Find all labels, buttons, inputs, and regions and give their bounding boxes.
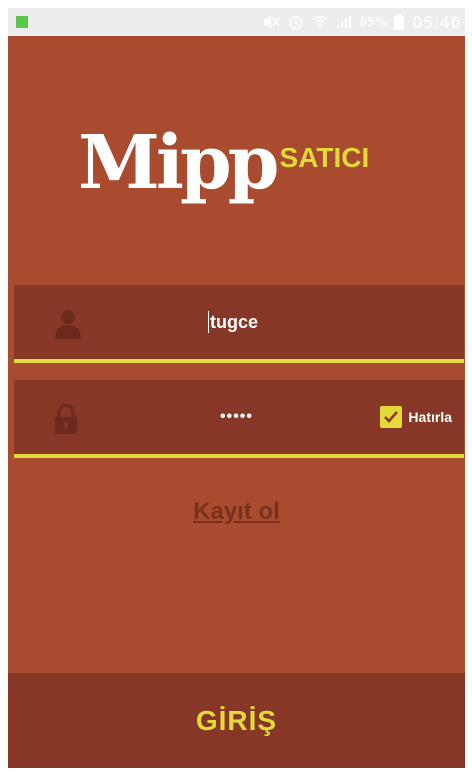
username-input[interactable]: tugce bbox=[208, 285, 258, 359]
password-field[interactable]: ••••• Hatırla bbox=[14, 380, 464, 458]
remember-me-label: Hatırla bbox=[408, 409, 452, 425]
remember-me-toggle[interactable]: Hatırla bbox=[380, 380, 452, 454]
login-button-label: GİRİŞ bbox=[195, 704, 278, 736]
status-bar: 85% 05:46 bbox=[8, 8, 465, 36]
lock-icon bbox=[54, 403, 82, 434]
app-logo: Mipp SATICI bbox=[78, 100, 408, 200]
signal-icon bbox=[336, 15, 352, 29]
password-input[interactable]: ••••• bbox=[220, 380, 253, 454]
status-icons: 85% 05:46 bbox=[262, 8, 461, 36]
app-screen: 85% 05:46 Mipp SATICI tugce ••••• Hatırl… bbox=[8, 8, 465, 768]
username-field[interactable]: tugce bbox=[14, 285, 464, 363]
wifi-icon bbox=[312, 15, 328, 29]
user-icon bbox=[54, 309, 82, 339]
battery-percent: 85% bbox=[359, 15, 387, 29]
logo-sub: SATICI bbox=[279, 142, 370, 173]
alarm-icon bbox=[288, 14, 304, 30]
login-button[interactable]: GİRİŞ bbox=[8, 673, 465, 768]
username-underline bbox=[14, 359, 464, 363]
username-value: tugce bbox=[210, 311, 259, 332]
logo-brand: Mipp bbox=[78, 120, 280, 206]
battery-icon bbox=[394, 14, 405, 30]
notification-icon bbox=[16, 16, 28, 28]
register-link[interactable]: Kayıt ol bbox=[193, 498, 280, 525]
mute-icon bbox=[262, 15, 280, 29]
clock: 05:46 bbox=[412, 12, 461, 32]
check-icon bbox=[384, 411, 399, 423]
text-cursor bbox=[208, 311, 209, 333]
password-underline bbox=[14, 454, 464, 458]
register-container: Kayıt ol bbox=[8, 498, 465, 526]
remember-me-checkbox[interactable] bbox=[380, 406, 403, 428]
